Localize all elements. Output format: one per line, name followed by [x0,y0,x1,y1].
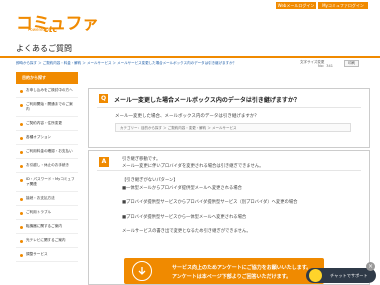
answer-line: ■一体型メールからプロバイダ提供型メールへ変更される場合 [122,186,242,191]
chat-bot-icon [309,269,322,282]
question-title: メール一変更した場合メールボックス内のデータは引き継げますか？ [114,97,300,104]
title-divider [0,56,380,58]
webmail-login-button[interactable]: Webメールログイン [276,2,316,9]
sidebar-item[interactable]: お申し込みをご検討中の方へ [16,84,78,98]
bullet-icon [20,226,23,229]
answer-line: メールサービスの書き出で変更となるため引き継ぎができません。 [122,229,251,234]
page-title: よくあるご質問 [16,44,72,53]
answer-icon: A [99,157,109,167]
bullet-icon [20,254,23,257]
bullet-icon [20,240,23,243]
answer-line: ■プロバイダ提供型サービスからプロバイダ提供型サービス（別プロバイダ）へ変更の場… [122,200,298,205]
sidebar: 目的から探す お申し込みをご検討中の方へ ご利用開始・開通までのご案内 ご契約内… [16,72,78,262]
answer-divider [97,170,361,171]
sidebar-item[interactable]: 光テレビに関するご案内 [16,234,78,248]
mycommufa-login-button[interactable]: Myコミュファログイン [318,2,368,9]
bullet-icon [20,198,23,201]
bullet-icon [20,151,23,154]
sidebar-item[interactable]: ご利用開始・開通までのご案内 [16,98,78,117]
question-category[interactable]: カテゴリー：目的から探す ＞ ご契約内容・変更・解約 ＞ メールサービス [115,123,351,132]
bullet-icon [20,179,23,182]
answer-line: メール一変更に伴いプロバイダを変更される場合は引き継ぎできません。 [122,164,264,169]
arrow-down-circle-icon [132,261,152,281]
bullet-icon [20,137,23,140]
sidebar-item[interactable]: お引越し・休止のお手続き [16,159,78,173]
print-button[interactable]: 印刷 [344,60,359,67]
bullet-icon [20,123,23,126]
question-box: Q メール一変更した場合メールボックス内のデータは引き継げますか？ メール一変更… [88,88,370,148]
survey-banner[interactable]: サービス向上のためアンケートにご協力をお願いいたします。 アンケートは本ページ下… [124,258,324,284]
site-header: コミュファ Powered by ctc Webメールログイン Myコミュファロ… [0,0,380,36]
answer-line: 引き継ぎ移動です。 [122,157,161,162]
sidebar-item[interactable]: 接続・お支払方法 [16,192,78,206]
bullet-icon [20,212,23,215]
sidebar-item[interactable]: 各種オプション [16,131,78,145]
answer-box: A 引き継ぎ移動です。 メール一変更に伴いプロバイダを変更される場合は引き継ぎで… [88,150,370,285]
logo-brand: ctc [44,25,58,34]
sidebar-item[interactable]: ご契約内容・住所変更 [16,117,78,131]
question-icon: Q [99,94,108,103]
bullet-icon [20,90,23,93]
sidebar-heading: 目的から探す [16,72,78,84]
sidebar-item[interactable]: ご利用トラブル [16,206,78,220]
sidebar-item[interactable]: 調整サービス [16,248,78,262]
answer-line: ■プロバイダ提供型サービスから一体型メールへ変更される場合 [122,215,247,220]
bullet-icon [20,165,23,168]
question-text: メール一変更した場合、メールボックス内のデータは引き継げますか？ [115,114,259,119]
sidebar-item[interactable]: ご利用料金の確認・お支払い [16,145,78,159]
sidebar-item[interactable]: ID・パスワード・Myコミュファ関連 [16,173,78,192]
faq-number: No：341 [318,64,333,68]
survey-banner-subtext: アンケートは本ページ下部よりご回答いただけます。 [172,274,292,280]
sidebar-item[interactable]: 転機器に関するご案内 [16,220,78,234]
chat-label: チャットでサポート [330,273,368,278]
breadcrumb[interactable]: 即時から探す ＞ ご契約内容・料金・解約 ＞ メールサービス ＞ メールサービス… [16,61,236,66]
survey-banner-text: サービス向上のためアンケートにご協力をお願いいたします。 [172,265,312,271]
question-divider [97,107,361,108]
close-icon[interactable]: × [366,262,375,271]
bullet-icon [20,104,23,107]
chat-support-button[interactable]: チャットでサポート [306,268,376,283]
answer-line: 【引き継ぎがないパターン】 [122,178,178,183]
